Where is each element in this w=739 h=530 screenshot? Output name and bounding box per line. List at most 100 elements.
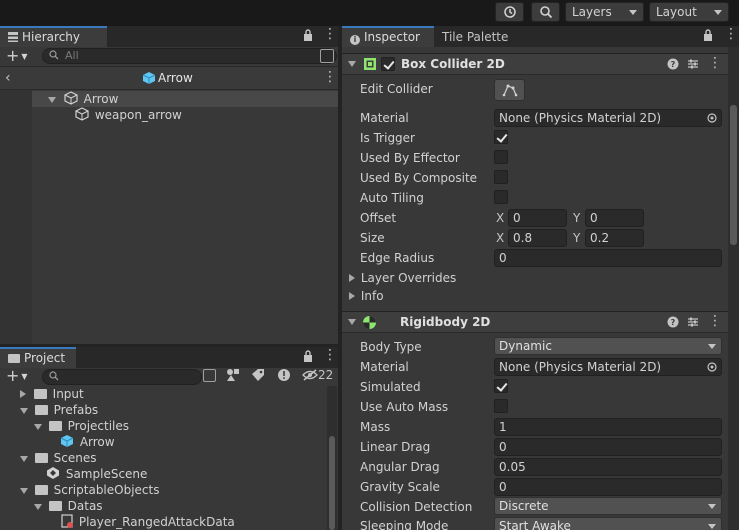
offset-x-field[interactable]: 0 [508, 209, 567, 227]
hierarchy-menu-icon[interactable]: ⋮ [323, 26, 337, 42]
project-item-label: Arrow [79, 435, 115, 449]
layers-dropdown[interactable]: Layers [565, 2, 644, 22]
project-search-input[interactable] [42, 369, 202, 385]
project-item-projectiles[interactable]: Projectiles [34, 418, 129, 434]
expand-icon [20, 408, 28, 414]
inspector-scrollbar[interactable] [728, 47, 739, 530]
project-menu-icon[interactable]: ⋮ [323, 347, 337, 363]
info-foldout[interactable]: Info [349, 288, 384, 304]
project-create-button[interactable]: + ▼ [6, 367, 28, 386]
project-item-samplescene[interactable]: SampleScene [46, 466, 147, 482]
sleeping-mode-value: Start Awake [499, 519, 571, 530]
warning-icon[interactable] [277, 368, 291, 382]
hierarchy-item-label: weapon_arrow [94, 108, 182, 122]
info-icon: i [350, 35, 360, 45]
hierarchy-search-input[interactable]: All [42, 48, 337, 64]
search-by-scene-icon[interactable] [203, 369, 216, 382]
component-menu-icon[interactable]: ⋮ [708, 313, 722, 329]
project-scrollbar-thumb[interactable] [329, 436, 335, 530]
used-by-composite-label: Used By Composite [360, 171, 478, 185]
linear-drag-field[interactable]: 0 [494, 438, 722, 456]
project-item-label: SampleScene [65, 467, 148, 481]
chevron-down-icon [629, 10, 637, 15]
project-item-player-rangedattackdata[interactable]: Player_RangedAttackData [60, 514, 235, 530]
lock-icon[interactable] [703, 29, 713, 41]
project-item-prefabs[interactable]: Prefabs [20, 402, 98, 418]
offset-y-label: Y [573, 211, 581, 225]
auto-tiling-checkbox[interactable] [494, 190, 508, 204]
prefab-title: Arrow [158, 71, 193, 85]
body-type-label: Body Type [360, 340, 422, 354]
help-icon[interactable]: ? [667, 316, 679, 328]
project-item-arrow-prefab[interactable]: Arrow [60, 434, 115, 450]
back-chevron-icon[interactable]: ‹ [5, 70, 11, 86]
material-value: None (Physics Material 2D) [499, 111, 662, 125]
hierarchy-gutter [0, 90, 32, 344]
hidden-packages-toggle[interactable]: 22 [302, 368, 333, 382]
mass-field[interactable]: 1 [494, 418, 722, 436]
help-icon[interactable]: ? [667, 58, 679, 70]
filter-by-type-icon[interactable] [226, 368, 240, 382]
project-scrollbar[interactable] [327, 386, 337, 530]
chevron-down-icon: ▼ [21, 52, 28, 61]
lock-icon[interactable] [303, 350, 313, 362]
object-picker-icon[interactable] [707, 113, 717, 123]
create-button[interactable]: + ▼ [6, 47, 28, 66]
expand-icon [349, 274, 355, 282]
tab-hierarchy[interactable]: Hierarchy [0, 26, 107, 47]
history-button[interactable] [495, 2, 524, 22]
is-trigger-checkbox[interactable] [494, 130, 508, 144]
used-by-composite-checkbox[interactable] [494, 170, 508, 184]
box-collider-header[interactable]: Box Collider 2D ? ⋮ [342, 53, 728, 75]
project-item-scriptableobjects[interactable]: ScriptableObjects [20, 482, 159, 498]
tab-inspector[interactable]: i Inspector [342, 26, 434, 47]
angular-drag-field[interactable]: 0.05 [494, 458, 722, 476]
rigidbody-header[interactable]: Rigidbody 2D ? ⋮ [342, 311, 728, 333]
collision-detection-dropdown[interactable]: Discrete [494, 497, 722, 515]
material-field[interactable]: None (Physics Material 2D) [494, 109, 722, 127]
tab-tile-palette[interactable]: Tile Palette [434, 26, 524, 47]
body-type-dropdown[interactable]: Dynamic [494, 337, 722, 355]
size-x-field[interactable]: 0.8 [508, 229, 567, 247]
filter-by-label-icon[interactable] [251, 368, 265, 382]
size-x-label: X [496, 231, 505, 245]
inspector-scrollbar-thumb[interactable] [730, 105, 737, 245]
project-item-input[interactable]: Input [20, 386, 84, 402]
layout-dropdown[interactable]: Layout [649, 2, 729, 22]
search-button[interactable] [531, 2, 560, 22]
use-auto-mass-label: Use Auto Mass [360, 400, 449, 414]
sleeping-mode-dropdown[interactable]: Start Awake [494, 517, 722, 530]
eye-slash-icon [302, 369, 318, 381]
prefab-menu-icon[interactable]: ⋮ [323, 69, 337, 85]
folder-open-icon [34, 405, 48, 415]
object-picker-icon[interactable] [707, 362, 717, 372]
gravity-scale-value: 0 [499, 480, 507, 494]
presets-icon[interactable] [687, 316, 699, 328]
size-y-field[interactable]: 0.2 [585, 229, 644, 247]
rb-material-field[interactable]: None (Physics Material 2D) [494, 358, 722, 376]
offset-y-field[interactable]: 0 [585, 209, 644, 227]
component-menu-icon[interactable]: ⋮ [708, 55, 722, 71]
lock-icon[interactable] [303, 29, 313, 41]
hierarchy-tab-label: Hierarchy [22, 30, 81, 44]
used-by-effector-checkbox[interactable] [494, 150, 508, 164]
simulated-checkbox[interactable] [494, 379, 508, 393]
gravity-scale-field[interactable]: 0 [494, 478, 722, 496]
chevron-down-icon [708, 524, 716, 529]
use-auto-mass-checkbox[interactable] [494, 399, 508, 413]
hierarchy-item-arrow[interactable]: Arrow [48, 91, 118, 107]
inspector-menu-icon[interactable]: ⋮ [724, 26, 738, 42]
layers-dropdown-label: Layers [572, 5, 612, 19]
scene-search-icon[interactable] [320, 49, 334, 63]
hierarchy-item-weapon-arrow[interactable]: weapon_arrow [75, 107, 182, 123]
layout-dropdown-label: Layout [656, 5, 697, 19]
box-collider-enabled-checkbox[interactable] [381, 57, 395, 71]
project-item-scenes[interactable]: Scenes [20, 450, 97, 466]
sleeping-mode-label: Sleeping Mode [360, 519, 449, 530]
presets-icon[interactable] [687, 58, 699, 70]
edge-radius-field[interactable]: 0 [494, 249, 722, 267]
edit-collider-button[interactable] [494, 79, 525, 101]
layer-overrides-foldout[interactable]: Layer Overrides [349, 270, 456, 286]
tab-project[interactable]: Project [0, 347, 76, 368]
project-item-datas[interactable]: Datas [34, 498, 103, 514]
